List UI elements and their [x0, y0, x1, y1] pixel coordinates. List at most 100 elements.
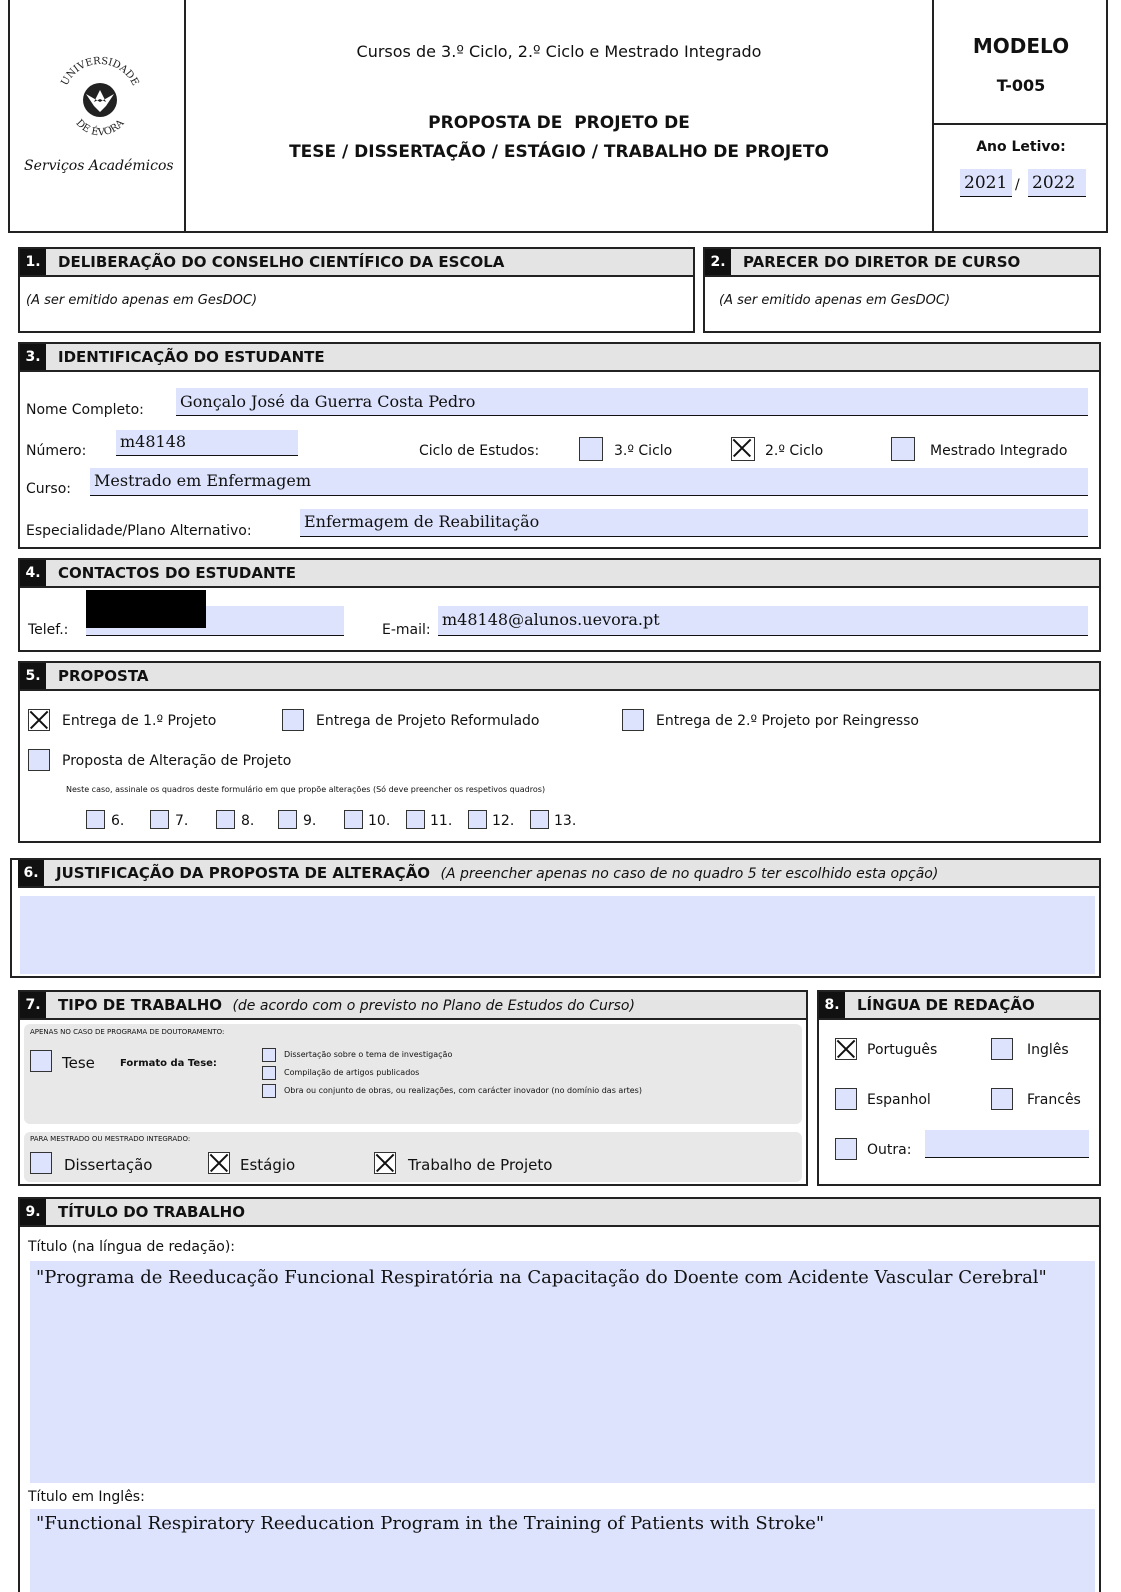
model-code: T-005	[996, 76, 1046, 95]
section-2: 2. PARECER DO DIRETOR DE CURSO (A ser emi…	[703, 247, 1101, 333]
specialty-label: Especialidade/Plano Alternativo:	[26, 523, 252, 539]
section-number: 5.	[20, 663, 46, 689]
cycle3-label: 3.º Ciclo	[614, 443, 673, 459]
services-label: Serviços Académicos	[24, 158, 174, 174]
masters-label: PARA MESTRADO OU MESTRADO INTEGRADO:	[30, 1135, 191, 1143]
quadro-13-label: 13.	[554, 813, 577, 829]
lang-fr-checkbox[interactable]	[991, 1088, 1013, 1110]
section-number: 2.	[705, 249, 731, 275]
section-number: 8.	[819, 992, 845, 1018]
section-note: (A ser emitido apenas em GesDOC)	[26, 293, 258, 308]
cycle2-label: 2.º Ciclo	[765, 443, 824, 459]
first-project-checkbox[interactable]	[28, 709, 50, 731]
tese-checkbox[interactable]	[30, 1050, 52, 1072]
alteration-note: Neste caso, assinale os quadros deste fo…	[66, 785, 546, 794]
lang-other-field[interactable]	[925, 1130, 1089, 1158]
alteration-label: Proposta de Alteração de Projeto	[62, 753, 292, 769]
format-label: Formato da Tese:	[120, 1058, 217, 1069]
trabalho-projeto-label: Trabalho de Projeto	[408, 1156, 553, 1174]
quadro-9-checkbox[interactable]	[278, 810, 297, 829]
estagio-checkbox[interactable]	[208, 1152, 230, 1174]
specialty-field[interactable]: Enfermagem de Reabilitação	[300, 509, 1088, 537]
section-1: 1. DELIBERAÇÃO DO CONSELHO CIENTÍFICO DA …	[18, 247, 695, 333]
quadro-11-checkbox[interactable]	[406, 810, 425, 829]
logo-cell: UNIVERSIDADE DE ÉVORA Serviços Académico…	[10, 0, 186, 231]
title-field[interactable]: "Programa de Reeducação Funcional Respir…	[30, 1261, 1095, 1483]
integrated-label: Mestrado Integrado	[930, 443, 1068, 459]
number-field[interactable]: m48148	[116, 430, 298, 456]
quadro-10-checkbox[interactable]	[344, 810, 363, 829]
title-label: Título (na língua de redação):	[28, 1239, 236, 1255]
section-number: 1.	[20, 249, 46, 275]
title-en-label: Título em Inglês:	[28, 1489, 145, 1505]
format-works-checkbox[interactable]	[262, 1084, 276, 1098]
format-articles-checkbox[interactable]	[262, 1066, 276, 1080]
cycle3-checkbox[interactable]	[579, 437, 603, 461]
reformulated-label: Entrega de Projeto Reformulado	[316, 713, 540, 729]
email-field[interactable]: m48148@alunos.uevora.pt	[438, 606, 1088, 636]
reformulated-checkbox[interactable]	[282, 709, 304, 731]
section-4: 4. CONTACTOS DO ESTUDANTE Telef.: E-mail:…	[18, 558, 1101, 652]
phd-panel: APENAS NO CASO DE PROGRAMA DE DOUTORAMEN…	[24, 1024, 802, 1124]
header-center: Cursos de 3.º Ciclo, 2.º Ciclo e Mestrad…	[186, 0, 934, 231]
quadro-8-label: 8.	[241, 813, 255, 829]
second-project-checkbox[interactable]	[622, 709, 644, 731]
format-dissertation-label: Dissertação sobre o tema de investigação	[284, 1050, 453, 1059]
year-end-field[interactable]: 2022	[1028, 169, 1086, 197]
trabalho-projeto-checkbox[interactable]	[374, 1152, 396, 1174]
lang-pt-label: Português	[867, 1042, 938, 1058]
course-field[interactable]: Mestrado em Enfermagem	[90, 468, 1088, 496]
number-label: Número:	[26, 443, 87, 459]
quadro-8-checkbox[interactable]	[216, 810, 235, 829]
section-number: 7.	[20, 992, 46, 1018]
alteration-checkbox[interactable]	[28, 749, 50, 771]
lang-en-label: Inglês	[1027, 1042, 1069, 1058]
title-en-field[interactable]: "Functional Respiratory Reeducation Prog…	[30, 1509, 1095, 1592]
lang-other-checkbox[interactable]	[835, 1138, 857, 1160]
section-note: (A ser emitido apenas em GesDOC)	[719, 293, 951, 308]
year-label: Ano Letivo:	[976, 139, 1066, 155]
cycle2-checkbox[interactable]	[731, 437, 755, 461]
justification-field[interactable]	[20, 896, 1095, 974]
quadro-11-label: 11.	[430, 813, 453, 829]
course-label: Curso:	[26, 481, 71, 497]
courses-text: Cursos de 3.º Ciclo, 2.º Ciclo e Mestrad…	[356, 42, 762, 61]
second-project-label: Entrega de 2.º Projeto por Reingresso	[656, 713, 919, 729]
lang-es-checkbox[interactable]	[835, 1088, 857, 1110]
format-dissertation-checkbox[interactable]	[262, 1048, 276, 1062]
section-3: 3. IDENTIFICAÇÃO DO ESTUDANTE Nome Comple…	[18, 342, 1101, 549]
quadro-10-label: 10.	[368, 813, 391, 829]
section-title: TÍTULO DO TRABALHO	[58, 1203, 245, 1221]
dissertacao-checkbox[interactable]	[30, 1152, 52, 1174]
phone-label: Telef.:	[28, 622, 69, 638]
year-start-field[interactable]: 2021	[960, 169, 1012, 197]
lang-other-label: Outra:	[867, 1142, 912, 1158]
masters-panel: PARA MESTRADO OU MESTRADO INTEGRADO: Dis…	[24, 1132, 802, 1182]
model-cell: MODELO T-005	[934, 0, 1108, 125]
lang-es-label: Espanhol	[867, 1092, 931, 1108]
quadro-9-label: 9.	[303, 813, 317, 829]
cycle-label: Ciclo de Estudos:	[419, 443, 540, 459]
section-5: 5. PROPOSTA Entrega de 1.º Projeto Entreg…	[18, 661, 1101, 843]
lang-pt-checkbox[interactable]	[835, 1038, 857, 1060]
dissertacao-label: Dissertação	[64, 1156, 153, 1174]
quadro-7-checkbox[interactable]	[150, 810, 169, 829]
model-label: MODELO	[972, 34, 1070, 58]
section-title: PARECER DO DIRETOR DE CURSO	[743, 253, 1021, 271]
form-header: UNIVERSIDADE DE ÉVORA Serviços Académico…	[8, 0, 1108, 233]
integrated-checkbox[interactable]	[891, 437, 915, 461]
quadro-13-checkbox[interactable]	[530, 810, 549, 829]
section-note: (de acordo com o previsto no Plano de Es…	[232, 998, 635, 1014]
section-title: CONTACTOS DO ESTUDANTE	[58, 564, 296, 582]
quadro-7-label: 7.	[175, 813, 189, 829]
name-field[interactable]: Gonçalo José da Guerra Costa Pedro	[176, 388, 1088, 416]
svg-text:UNIVERSIDADE: UNIVERSIDADE	[60, 56, 141, 88]
quadro-12-checkbox[interactable]	[468, 810, 487, 829]
section-number: 3.	[20, 344, 46, 370]
year-cell: Ano Letivo: 2021 / 2022	[934, 125, 1108, 231]
section-title: LÍNGUA DE REDAÇÃO	[857, 996, 1035, 1014]
quadro-6-checkbox[interactable]	[86, 810, 105, 829]
lang-en-checkbox[interactable]	[991, 1038, 1013, 1060]
section-title: PROPOSTA	[58, 667, 149, 685]
first-project-label: Entrega de 1.º Projeto	[62, 713, 217, 729]
